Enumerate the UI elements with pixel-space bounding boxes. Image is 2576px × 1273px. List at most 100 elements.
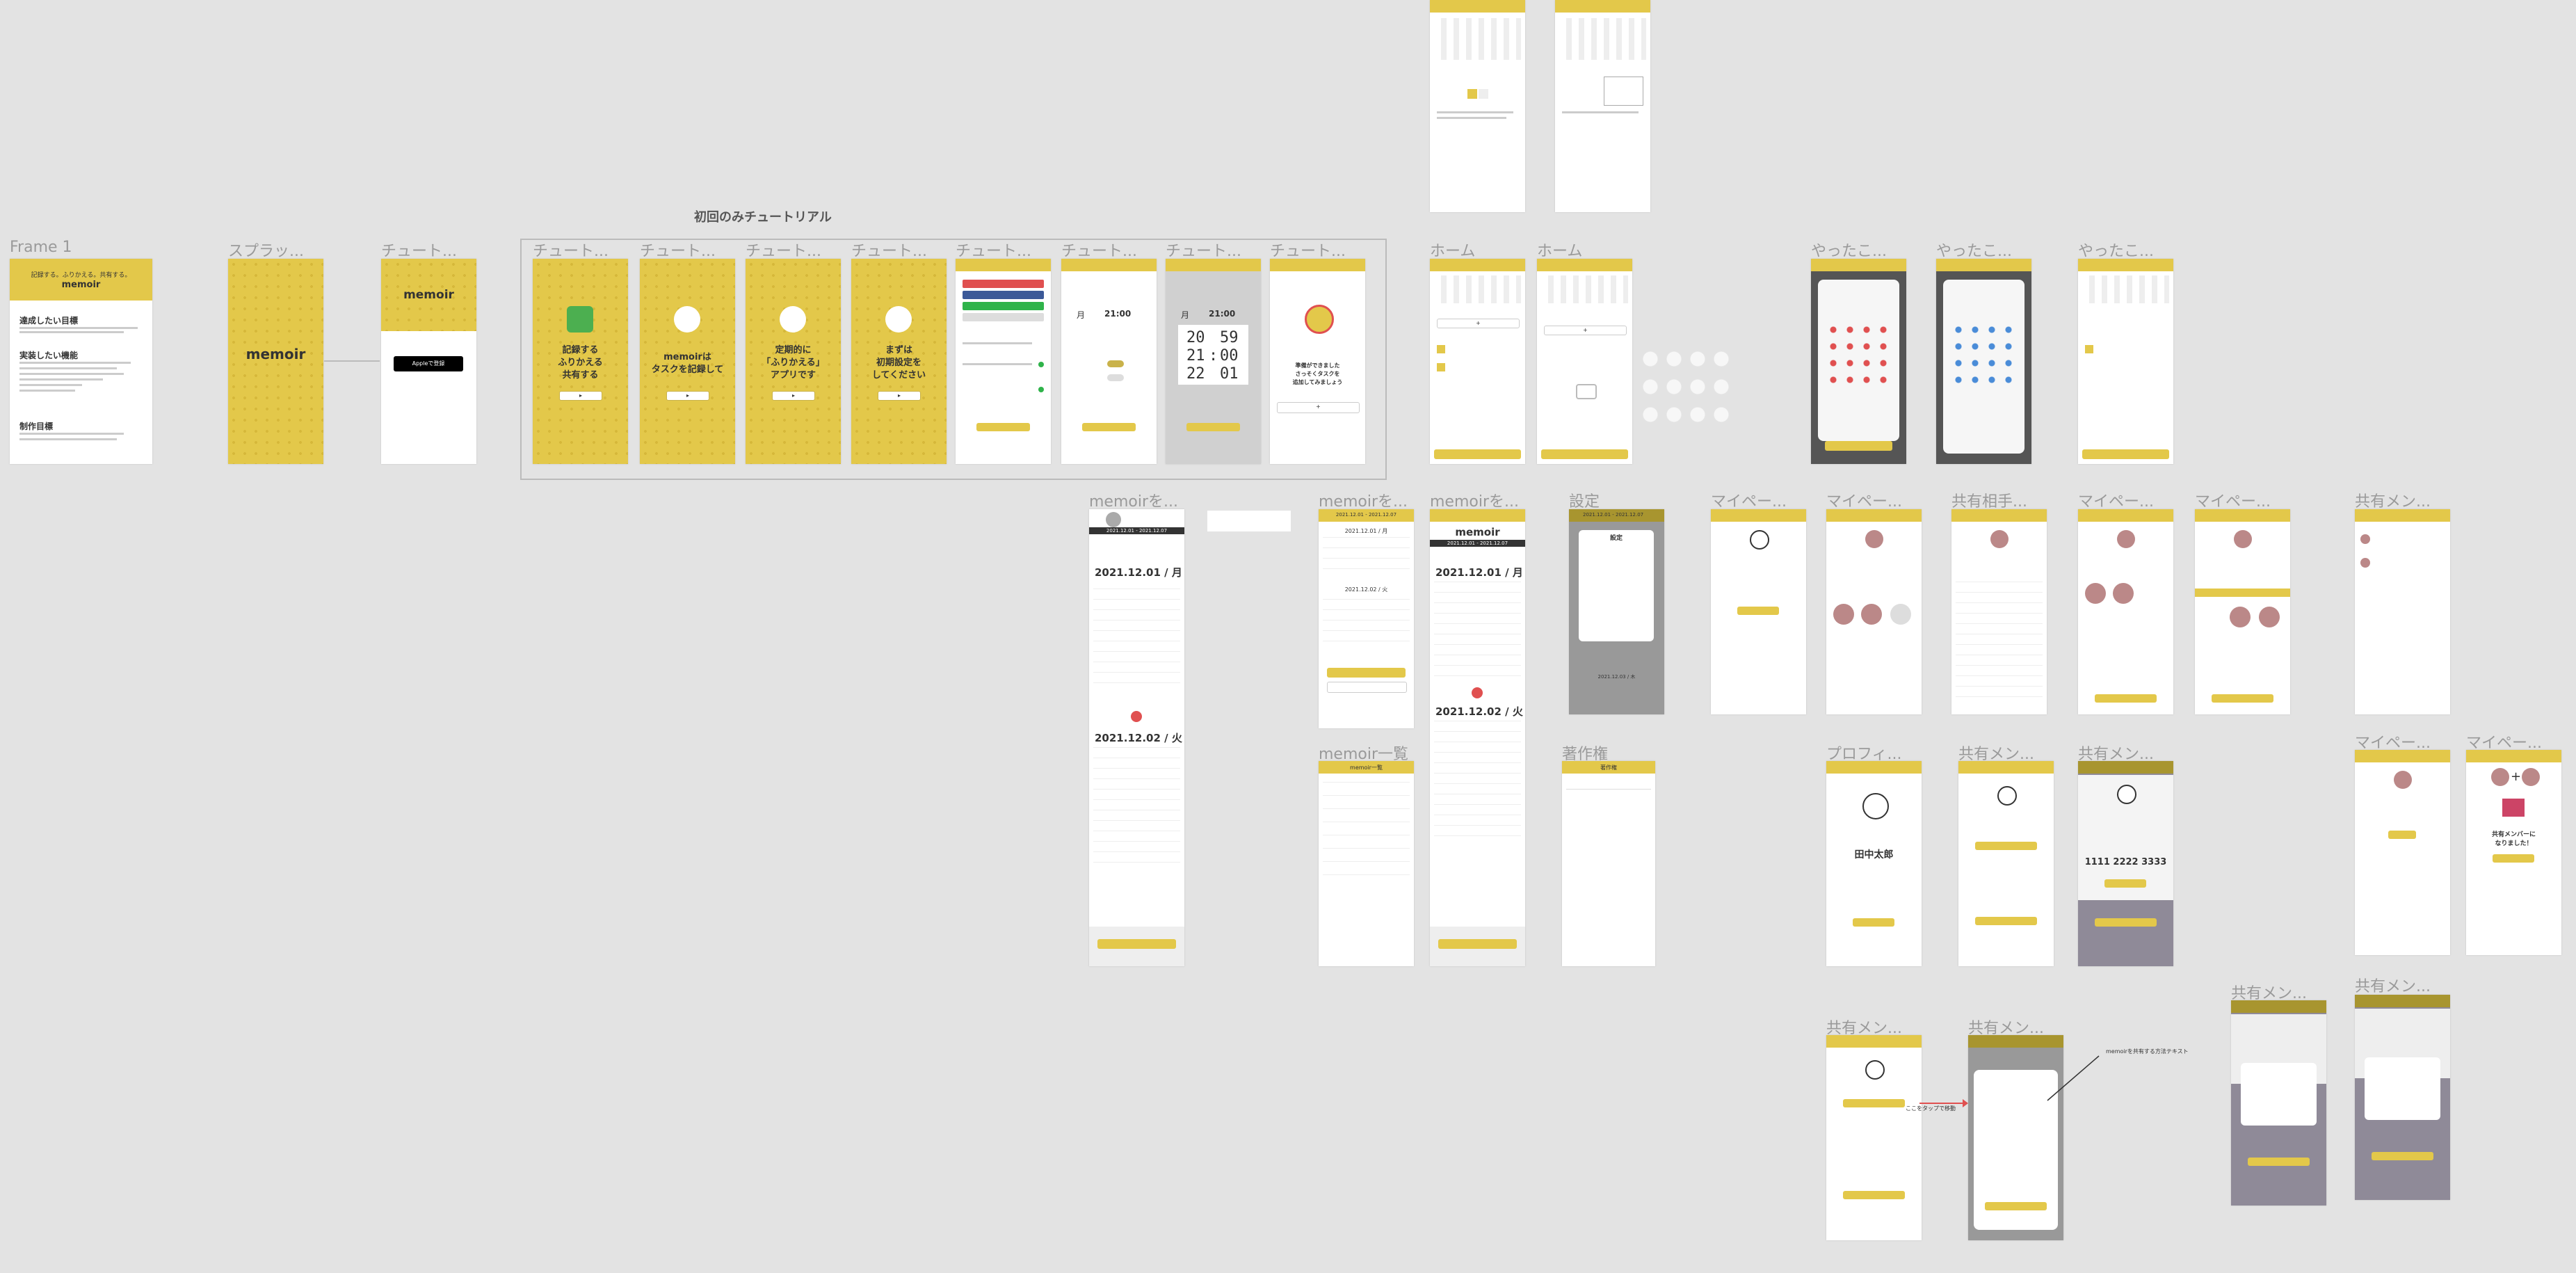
apple-signin-button[interactable]: Appleで登録	[394, 356, 463, 371]
settings-menu[interactable]: 設定	[1579, 530, 1654, 641]
google-button[interactable]	[963, 280, 1044, 288]
copy-code-button[interactable]	[1975, 842, 2037, 850]
ready-line2: さっそくタスクを	[1295, 371, 1340, 377]
tut3-line2: 「ふりかえる」	[762, 358, 825, 368]
tutorial-page-2: memoirは タスクを記録して ▸	[640, 259, 735, 464]
memoir-range: 2021.12.01 - 2021.12.07	[1430, 540, 1525, 547]
member-avatar[interactable]	[1861, 604, 1882, 625]
task-icon	[1437, 363, 1445, 371]
confirm-button[interactable]	[2388, 831, 2416, 839]
add-task-button[interactable]: +	[1544, 326, 1627, 335]
member-avatar[interactable]	[2113, 583, 2134, 604]
enter-code-button[interactable]	[1975, 917, 2037, 925]
memoir-list[interactable]	[1323, 776, 1410, 888]
tut2-line1: memoirは	[663, 352, 711, 362]
category-picker[interactable]	[1943, 280, 2024, 454]
frame-label-settings: 設定	[1569, 493, 1600, 511]
pen-icon	[674, 306, 700, 333]
confirm-dialog[interactable]	[2241, 1063, 2317, 1126]
tut3-next-button[interactable]: ▸	[772, 391, 815, 401]
category-picker[interactable]	[1818, 280, 1899, 441]
line-button[interactable]	[963, 302, 1044, 310]
next-button[interactable]	[1082, 423, 1136, 431]
save-button[interactable]	[1853, 918, 1894, 927]
logout-button[interactable]	[2095, 694, 2157, 703]
logout-button[interactable]	[2212, 694, 2273, 703]
apple-button[interactable]	[963, 313, 1044, 321]
time-picker[interactable]: 20 59 21 : 00 22 01	[1178, 325, 1248, 385]
ready-line3: 追加してみましょう	[1292, 379, 1343, 385]
add-member-icon[interactable]	[1890, 604, 1911, 625]
annotation-arrow	[1919, 1099, 1968, 1107]
share-memoir-button[interactable]	[1438, 939, 1517, 949]
memoir-day2-heading: 2021.12.02 / 火	[1435, 705, 1523, 718]
frame1-heading-target: 制作目標	[19, 422, 54, 431]
add-task-button[interactable]: +	[1437, 319, 1520, 328]
add-task-button[interactable]: +	[1277, 402, 1360, 413]
copyright-title: 著作権	[1600, 764, 1617, 771]
avatar	[2117, 530, 2135, 548]
tut2-next-button[interactable]: ▸	[666, 391, 709, 401]
memoir-small-day1: 2021.12.01 / 月	[1344, 528, 1388, 534]
clock-icon	[1305, 305, 1334, 334]
calendar-strip[interactable]	[2082, 275, 2169, 303]
plus-icon: +	[2511, 769, 2522, 784]
picker-sep: :	[1209, 347, 1218, 365]
member-avatar[interactable]	[2085, 583, 2106, 604]
tut4-line2: 初期設定を	[876, 358, 921, 368]
create-memoir-button[interactable]	[1541, 449, 1628, 459]
back-button[interactable]	[2493, 854, 2534, 863]
task-list	[1434, 721, 1521, 846]
frame-label-mypage-3: マイペー...	[2078, 493, 2154, 511]
tut4-next-button[interactable]: ▸	[878, 391, 921, 401]
memoir-list-button[interactable]	[1327, 682, 1407, 693]
copy-code-button[interactable]	[1843, 1099, 1905, 1107]
thumb-icon	[1479, 89, 1488, 99]
tut3-line3: アプリです	[770, 370, 816, 381]
time-value[interactable]: 21:00	[1104, 309, 1131, 319]
facebook-button[interactable]	[963, 291, 1044, 299]
calendar-strip[interactable]	[1434, 18, 1521, 60]
toggle[interactable]	[1107, 374, 1124, 381]
member-avatar[interactable]	[1833, 604, 1854, 625]
member-avatar[interactable]	[2230, 607, 2251, 627]
frame-label-yatta-3: やったこ...	[2078, 243, 2154, 260]
calendar-strip[interactable]	[1541, 275, 1628, 303]
face-icon	[2117, 785, 2136, 804]
share-memoir-button[interactable]	[1097, 939, 1176, 949]
create-account-button[interactable]	[976, 423, 1030, 431]
toggle[interactable]	[1107, 360, 1124, 367]
ok-button[interactable]	[2104, 879, 2146, 888]
share-memoir-button[interactable]	[1327, 668, 1406, 678]
tut1-next-button[interactable]: ▸	[559, 391, 602, 401]
profile-name[interactable]: 田中太郎	[1826, 847, 1922, 861]
create-memoir-button[interactable]	[2082, 449, 2169, 459]
enter-code-button[interactable]	[2248, 1158, 2310, 1166]
enter-code-button[interactable]	[1843, 1191, 1905, 1199]
memoir-list-screen: memoir一覧	[1319, 761, 1414, 966]
enter-code-button[interactable]	[2372, 1152, 2433, 1160]
context-menu[interactable]	[1604, 77, 1643, 106]
enter-code-button[interactable]	[2095, 918, 2157, 927]
profile-edit-screen: 田中太郎	[1826, 761, 1922, 966]
calendar-strip[interactable]	[1434, 275, 1521, 303]
input-button[interactable]	[1825, 441, 1892, 451]
create-memoir-button[interactable]	[1434, 449, 1521, 459]
calendar-strip[interactable]	[1559, 18, 1646, 60]
member-avatar[interactable]	[2259, 607, 2280, 627]
weekday-value[interactable]: 月	[1077, 309, 1085, 321]
heart-icon	[1131, 711, 1142, 722]
copy-code-button[interactable]	[1985, 1202, 2047, 1210]
share-code[interactable]: 1111 2222 3333	[2078, 857, 2173, 867]
frame-label-mypage: マイペー...	[1711, 493, 1787, 511]
weekday-time-screen: 月 21:00	[1061, 259, 1157, 464]
face-icon	[1997, 786, 2017, 806]
next-button[interactable]	[1186, 423, 1240, 431]
avatar	[2522, 768, 2540, 786]
heart-icon	[1472, 687, 1483, 698]
frame1-screen: 記録する。ふりかえる。共有する。 memoir 達成したい目標 実装したい機能 …	[10, 259, 152, 464]
mypage-screen-2	[2078, 509, 2173, 714]
tutorial-page-3: 定期的に 「ふりかえる」 アプリです ▸	[746, 259, 841, 464]
confirm-dialog[interactable]	[2365, 1057, 2440, 1120]
start-button[interactable]	[1737, 607, 1779, 615]
